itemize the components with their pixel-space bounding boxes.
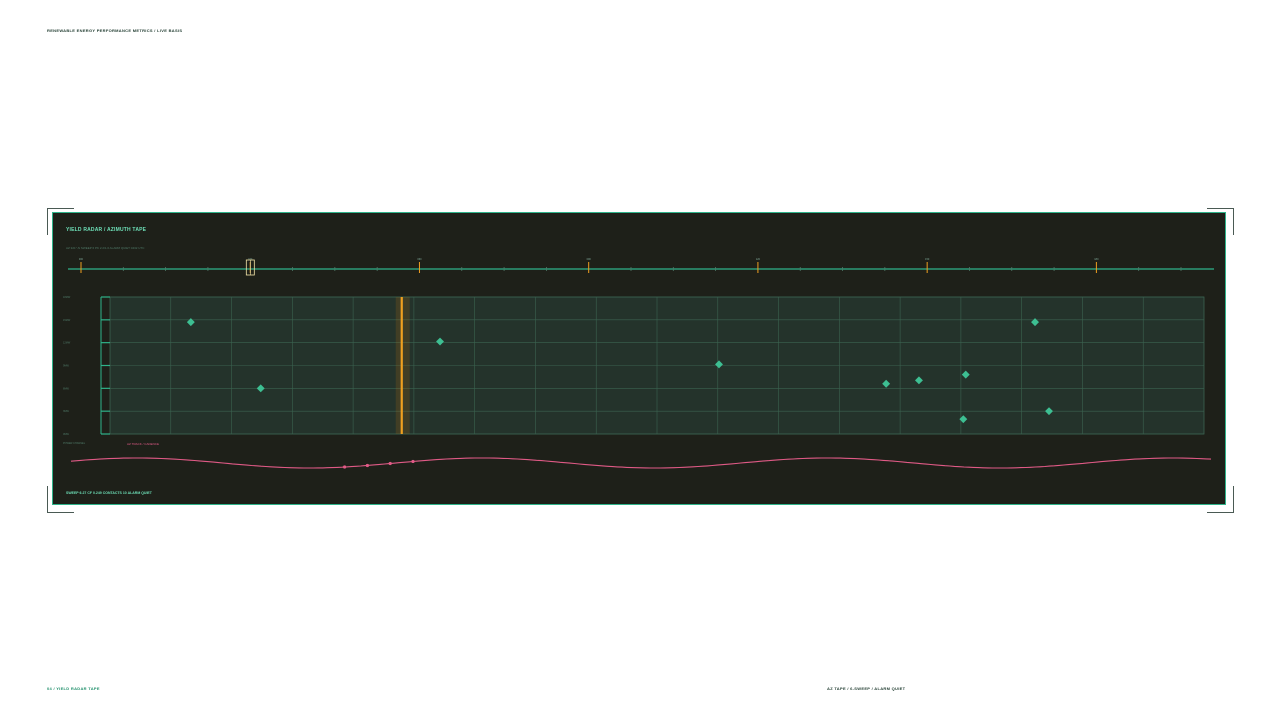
y-axis-tick-label: 3MW xyxy=(63,410,69,413)
y-axis-tick-label: 0MW xyxy=(63,433,69,436)
tape-major-label: 180 xyxy=(1094,258,1099,261)
radar-visualization[interactable]: 000 030 060 090 120 150 18018MW15MW12MW9MW6MW3… xyxy=(53,213,1227,506)
tape-major-label: 150 xyxy=(925,258,930,261)
y-axis-tick-label: 15MW xyxy=(63,319,71,322)
y-axis-tick-label: 6MW xyxy=(63,387,69,390)
tape-major-label: 120 xyxy=(756,258,761,261)
y-axis-tick-label: 9MW xyxy=(63,365,69,368)
tape-major-label: 000 xyxy=(79,258,84,261)
yield-radar-panel: YIELD RADAR / AZIMUTH TAPE AZ 321°-N SWE… xyxy=(52,212,1226,505)
tape-major-label: 060 xyxy=(417,258,422,261)
page-title: RENEWABLE ENERGY PERFORMANCE METRICS / L… xyxy=(47,28,183,33)
cadence-marker[interactable] xyxy=(388,461,392,466)
tape-major-label: 090 xyxy=(587,258,592,261)
cadence-marker[interactable] xyxy=(411,459,415,464)
y-axis-tick-label: 18MW xyxy=(63,296,71,299)
y-axis-tick-label: 12MW xyxy=(63,342,71,345)
footer-page-label: 04 / YIELD RADAR TAPE xyxy=(47,686,100,691)
cadence-marker[interactable] xyxy=(343,465,347,469)
footer-status-label: AZ TAPE / 6-SWEEP / ALARM QUIET xyxy=(827,686,906,691)
cadence-marker[interactable] xyxy=(365,463,369,468)
cadence-trace xyxy=(70,457,1212,469)
